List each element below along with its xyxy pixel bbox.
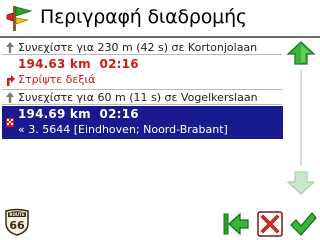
title-bar: Περιγραφή διαδρομής (0, 0, 320, 36)
divider (2, 104, 282, 105)
route-description-list[interactable]: Συνεχίστε για 230 m (42 s) σε Kortonjola… (2, 38, 283, 178)
scrollbar-track[interactable] (300, 70, 302, 166)
instruction-text: Στρίψτε δεξιά (18, 73, 96, 86)
checkmark-icon (290, 212, 317, 236)
page-title: Περιγραφή διαδρομής (40, 6, 247, 28)
straight-arrow-icon (6, 92, 14, 103)
instruction-text: Συνεχίστε για 60 m (11 s) σε Vogelkersla… (18, 91, 258, 104)
instruction-text: Συνεχίστε για 230 m (42 s) σε Kortonjola… (18, 41, 258, 54)
back-arrow-icon (223, 212, 249, 236)
time-text: 02:16 (99, 57, 139, 71)
distance-text: 194.69 km (18, 107, 91, 121)
list-item[interactable]: Συνεχίστε για 230 m (42 s) σε Kortonjola… (2, 40, 282, 54)
straight-arrow-icon (6, 42, 14, 53)
scroll-up-arrow-icon[interactable] (286, 40, 316, 66)
route-description-icon (6, 6, 33, 31)
divider (2, 54, 282, 55)
time-text: 02:16 (99, 107, 139, 121)
close-icon (257, 211, 283, 237)
waypoint-distance-time: 194.63 km 02:16 (18, 58, 139, 71)
turn-right-icon (7, 75, 15, 86)
list-item[interactable]: Συνεχίστε για 60 m (11 s) σε Vogelkersla… (2, 90, 282, 104)
distance-text: 194.63 km (18, 57, 91, 71)
destination-detail: « 3. 5644 [Eindhoven; Noord-Brabant] (18, 123, 228, 136)
route66-logo: ROUTE 66 (5, 208, 29, 236)
back-button[interactable] (222, 210, 250, 238)
cancel-button[interactable] (256, 210, 284, 238)
list-item-selected[interactable]: 194.69 km 02:16 « 3. 5644 [Eindhoven; No… (2, 106, 283, 139)
destination-flag-icon (6, 118, 14, 127)
destination-distance-time: 194.69 km 02:16 (18, 108, 139, 121)
scroll-down-arrow-icon[interactable] (286, 170, 316, 196)
logo-number: 66 (9, 219, 25, 232)
ok-button[interactable] (289, 210, 317, 238)
list-item[interactable]: 194.63 km 02:16 Στρίψτε δεξιά (2, 56, 282, 90)
logo-top-text: ROUTE (9, 212, 24, 217)
